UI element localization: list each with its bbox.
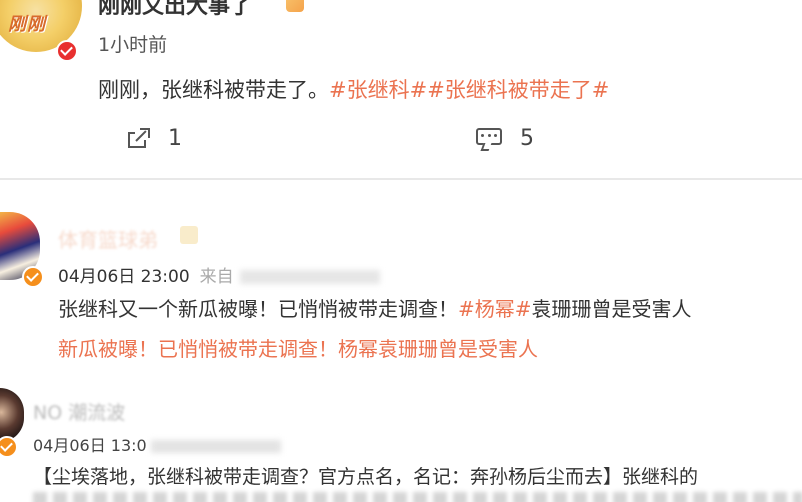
post-text: 袁珊珊曾是受害人 <box>531 297 692 321</box>
post-card-1: 刚刚 刚刚又出大事了 1小时前 刚刚，张继科被带走了。#张继科##张继科被带走了… <box>0 0 802 178</box>
post-content: 刚刚，张继科被带走了。#张继科##张继科被带走了# <box>98 74 609 104</box>
post-text: 张继科又一个新瓜被曝！已悄悄被带走调查！ <box>58 297 458 321</box>
post-date[interactable]: 04月06日 23:00 <box>58 267 190 287</box>
post-content: 张继科又一个新瓜被曝！已悄悄被带走调查！#杨幂#袁珊珊曾是受害人 <box>58 293 692 322</box>
avatar-text: 刚刚 <box>8 14 46 35</box>
verified-badge-icon <box>56 40 78 62</box>
post-link-title[interactable]: 新瓜被曝！已悄悄被带走调查！杨幂袁珊珊曾是受害人 <box>58 333 538 362</box>
author-name[interactable]: 刚刚又出大事了 <box>98 0 252 20</box>
avatar[interactable] <box>0 388 24 442</box>
blurred-source <box>239 270 380 284</box>
blurred-source <box>150 440 281 453</box>
post-time[interactable]: 1小时前 <box>98 30 167 57</box>
share-button[interactable]: 1 <box>128 126 182 151</box>
divider <box>0 178 802 180</box>
hashtag-link[interactable]: #杨幂# <box>458 297 532 321</box>
verified-badge-icon <box>0 436 18 458</box>
hashtag-link[interactable]: #张继科被带走了# <box>427 78 609 102</box>
weibo-feed: 刚刚 刚刚又出大事了 1小时前 刚刚，张继科被带走了。#张继科##张继科被带走了… <box>0 0 802 502</box>
post-source: 来自 <box>199 267 234 287</box>
medal-icon <box>286 0 304 12</box>
hashtag-link[interactable]: #张继科# <box>329 78 427 102</box>
post-content: 【尘埃落地，张继科被带走调查？官方点名，名记：奔孙杨后尘而去】张继科的 <box>33 466 699 488</box>
share-count: 1 <box>168 126 182 151</box>
post-date[interactable]: 04月06日 13:0 <box>33 436 147 455</box>
verified-badge-icon <box>22 266 44 288</box>
post-time: 04月06日 23:00 来自 <box>58 262 380 287</box>
comment-button[interactable]: 5 <box>476 126 534 151</box>
author-name[interactable]: NO 潮流波 <box>33 398 125 425</box>
comment-count: 5 <box>520 126 534 151</box>
medal-icon <box>180 226 198 244</box>
post-time: 04月06日 13:0 <box>33 432 281 456</box>
author-name[interactable]: 体育篮球弟 <box>58 224 158 253</box>
share-icon <box>128 127 150 150</box>
comment-icon <box>476 127 502 151</box>
post-text: 刚刚，张继科被带走了。 <box>98 78 329 102</box>
truncated-text <box>33 492 802 502</box>
